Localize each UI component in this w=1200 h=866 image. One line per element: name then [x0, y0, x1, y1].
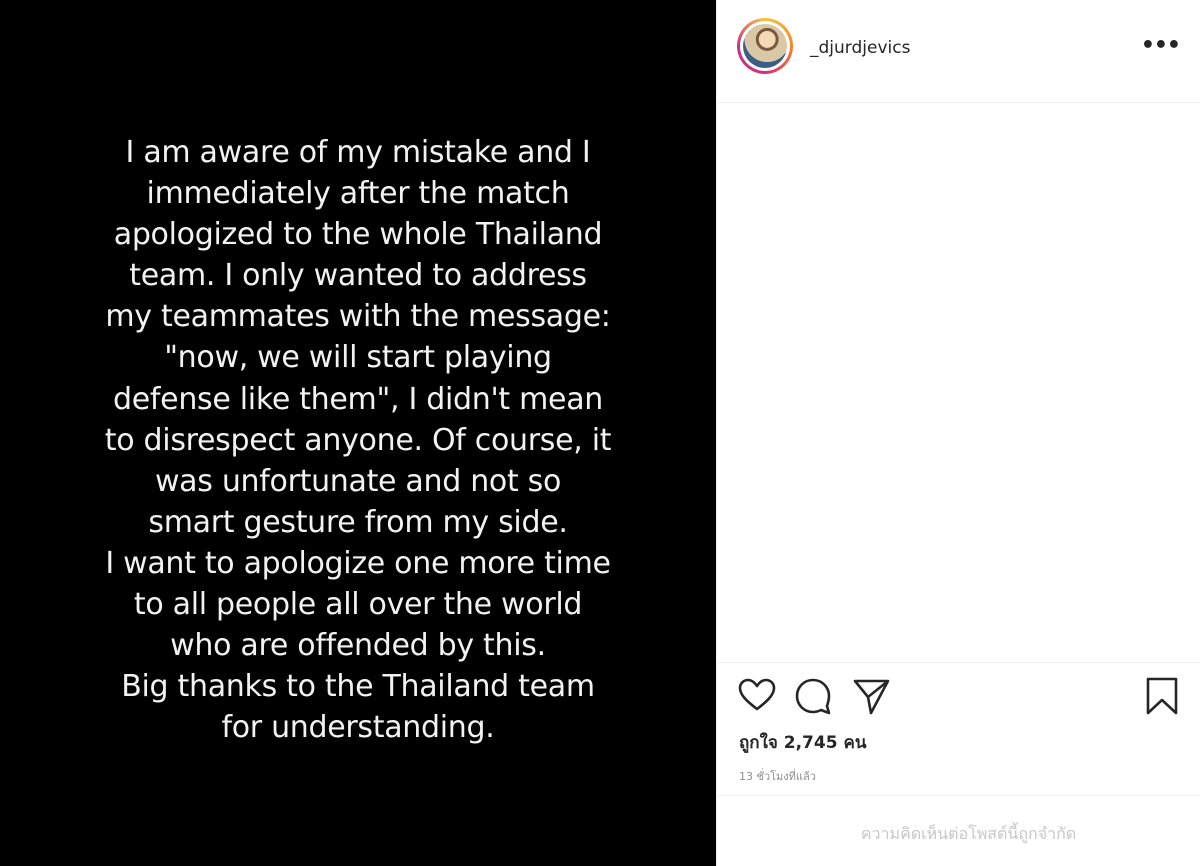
post-image[interactable]: I am aware of my mistake and I immediate…: [0, 0, 716, 866]
image-text-line: to all people all over the world: [133, 587, 583, 623]
image-text-line: was unfortunate and not so: [154, 463, 562, 499]
image-text-line: smart gesture from my side.: [148, 504, 568, 540]
comment-icon[interactable]: [793, 676, 833, 716]
comments-footer: ความคิดเห็นต่อโพสต์นี้ถูกจำกัด: [717, 795, 1200, 866]
likes-count[interactable]: ถูกใจ 2,745 คน: [739, 729, 866, 756]
image-text-line: my teammates with the message:: [105, 299, 611, 335]
image-text-line: for understanding.: [221, 710, 495, 746]
username-link[interactable]: _djurdjevics: [810, 38, 910, 58]
post-header: _djurdjevics •••: [717, 0, 1200, 103]
image-text-line: I am aware of my mistake and I: [125, 135, 591, 170]
bookmark-icon[interactable]: [1142, 676, 1182, 716]
image-text-line: "now, we will start playing: [164, 340, 552, 376]
image-text-line: apologized to the whole Thailand: [113, 217, 603, 253]
image-text-line: who are offended by this.: [170, 628, 546, 664]
avatar-ring: [740, 21, 790, 71]
post-timestamp[interactable]: 13 ชั่วโมงที่แล้ว: [739, 767, 816, 785]
action-bar: [737, 676, 1182, 720]
instagram-post: I am aware of my mistake and I immediate…: [0, 0, 1200, 866]
heart-icon[interactable]: [737, 676, 777, 716]
image-text-line: immediately after the match: [146, 176, 570, 212]
image-text-line: to disrespect anyone. Of course, it: [104, 422, 612, 458]
image-text-line: team. I only wanted to address: [129, 258, 587, 294]
comments-area: [717, 103, 1200, 663]
more-options-icon[interactable]: •••: [1141, 35, 1181, 57]
image-text-line: I want to apologize one more time: [105, 545, 611, 581]
avatar[interactable]: [737, 18, 793, 74]
share-icon[interactable]: [851, 676, 891, 716]
avatar-photo: [743, 24, 787, 68]
image-text-line: Big thanks to the Thailand team: [121, 669, 595, 705]
post-image-text: I am aware of my mistake and I immediate…: [0, 132, 716, 748]
comments-limited-notice: ความคิดเห็นต่อโพสต์นี้ถูกจำกัด: [860, 824, 1077, 843]
image-text-line: defense like them", I didn't mean: [113, 381, 603, 417]
post-sidebar: _djurdjevics ••• ถูกใจ 2,745 คน 13 ชั่วโ…: [716, 0, 1200, 866]
